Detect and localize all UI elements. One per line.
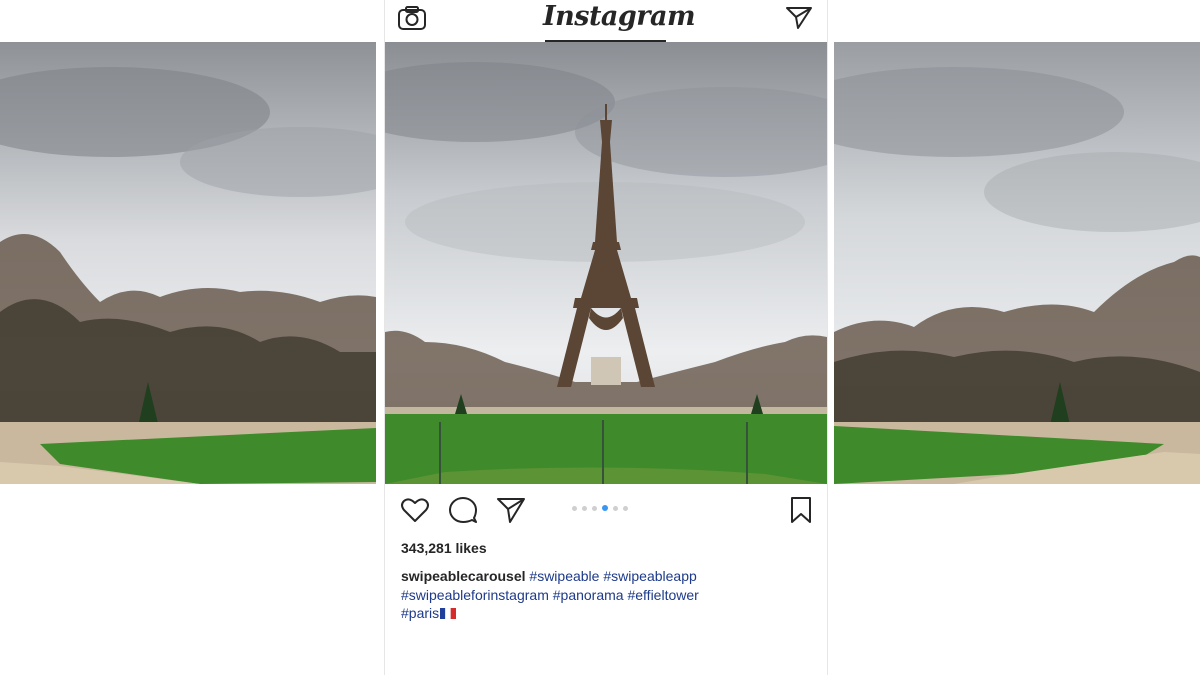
- carousel-dot: [582, 505, 587, 511]
- carousel-dot: [623, 505, 628, 511]
- hashtag[interactable]: #swipeable: [529, 568, 599, 584]
- carousel-indicator: [572, 505, 628, 511]
- hashtag[interactable]: #swipeableforinstagram: [401, 587, 549, 603]
- hashtag[interactable]: #swipeableapp: [603, 568, 696, 584]
- panorama-left-image: [0, 42, 376, 484]
- french-flag-icon: [440, 608, 457, 619]
- carousel-dot: [572, 505, 577, 511]
- hashtag[interactable]: #paris: [401, 605, 439, 621]
- hashtag[interactable]: #panorama: [553, 587, 624, 603]
- panorama-left-slice: [0, 42, 376, 484]
- top-bar: Instagram: [385, 0, 827, 42]
- instagram-post-frame: Instagram 343,281 likes swipeablecarouse…: [384, 0, 828, 675]
- camera-icon[interactable]: [397, 4, 427, 32]
- panorama-right-slice: [834, 42, 1200, 484]
- comment-icon[interactable]: [447, 494, 479, 526]
- direct-message-icon[interactable]: [785, 4, 813, 30]
- eiffel-tower-photo: [385, 42, 827, 484]
- post-photo[interactable]: [385, 42, 827, 484]
- likes-count[interactable]: 343,281 likes: [401, 540, 487, 556]
- carousel-dot: [592, 505, 597, 511]
- heart-icon[interactable]: [399, 494, 431, 526]
- post-caption: swipeablecarousel #swipeable #swipeablea…: [401, 567, 821, 623]
- panorama-right-image: [834, 42, 1200, 484]
- carousel-dot-active: [602, 505, 608, 511]
- instagram-logo: Instagram: [543, 1, 696, 32]
- bookmark-icon[interactable]: [785, 494, 817, 526]
- share-icon[interactable]: [495, 494, 527, 526]
- hashtag[interactable]: #effieltower: [627, 587, 698, 603]
- post-actions-bar: [385, 494, 827, 528]
- carousel-dot: [613, 505, 618, 511]
- caption-username[interactable]: swipeablecarousel: [401, 568, 526, 584]
